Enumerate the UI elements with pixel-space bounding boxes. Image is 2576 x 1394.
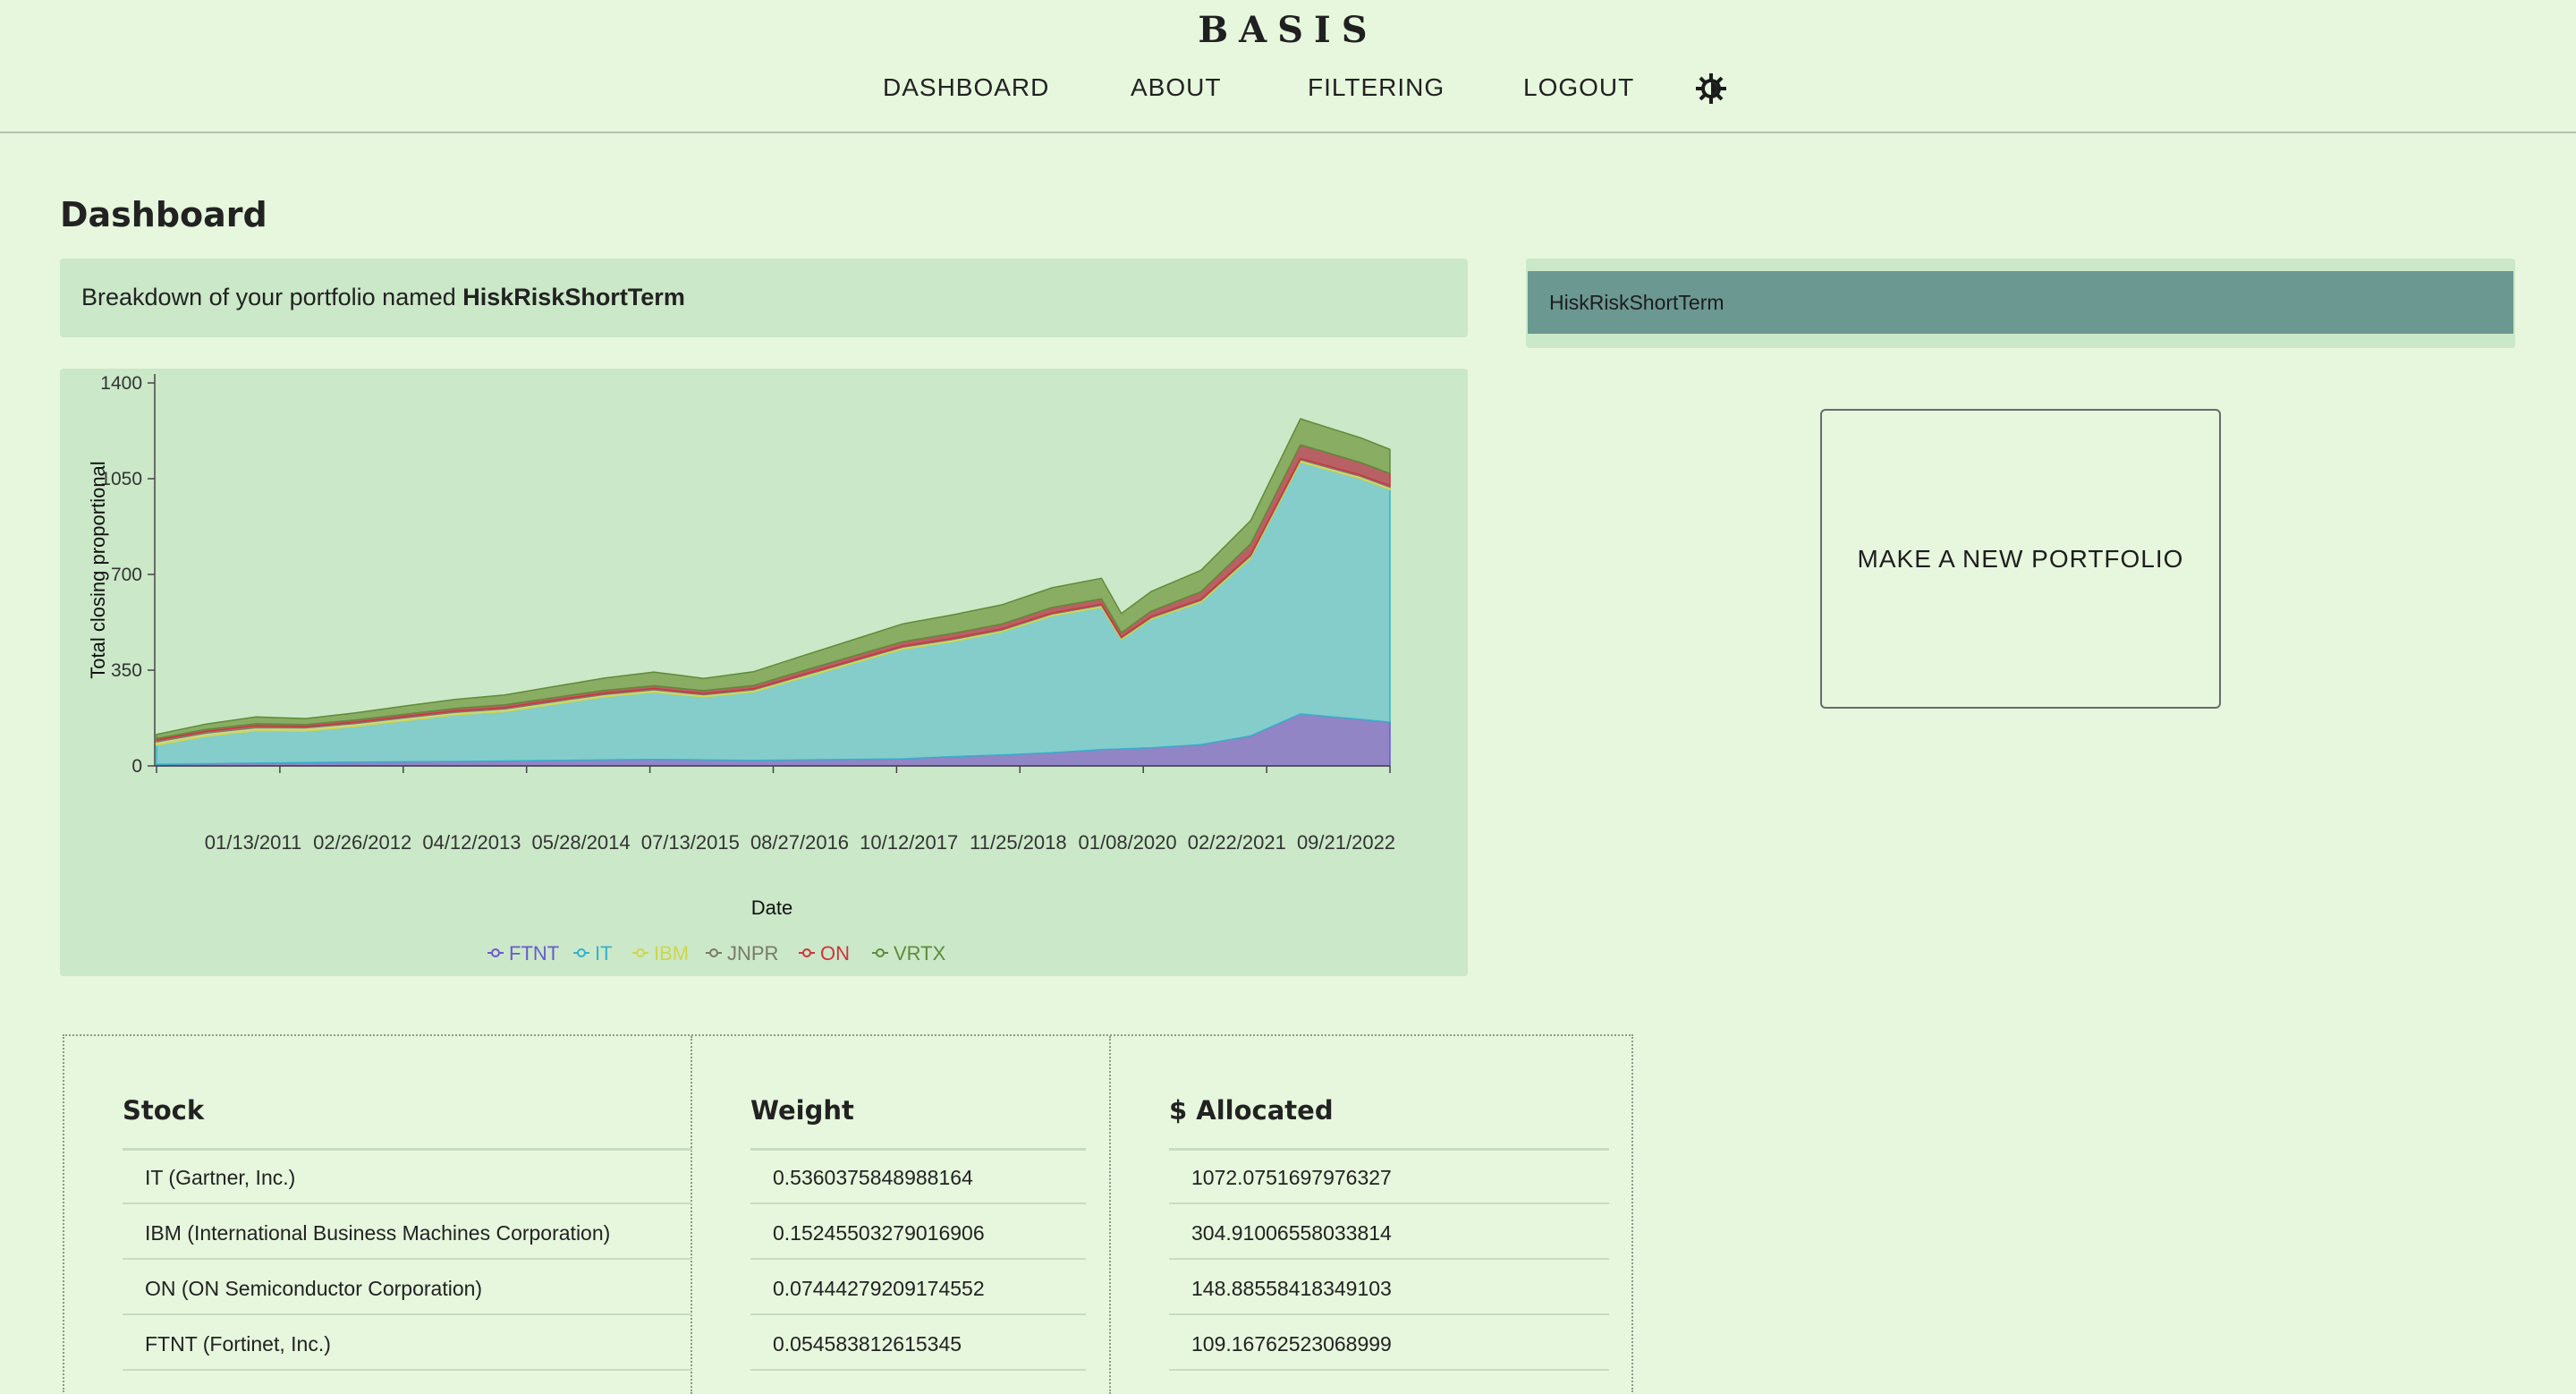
y-tick-label: 0 (131, 756, 142, 777)
legend-label: FTNT (509, 942, 559, 965)
breakdown-portfolio-name: HiskRiskShortTerm (462, 284, 685, 310)
y-tick-label: 1400 (100, 373, 142, 394)
app-header: BASIS DASHBOARD ABOUT FILTERING LOGOUT (0, 0, 2576, 133)
allocation-table: Stock IT (Gartner, Inc.) IBM (Internatio… (63, 1034, 1633, 1394)
x-tick-label: 11/25/2018 (970, 831, 1066, 854)
x-tick-label: 02/22/2021 (1188, 831, 1286, 854)
stock-cell: IBM (International Business Machines Cor… (123, 1206, 692, 1260)
x-tick-label: 07/13/2015 (641, 831, 740, 854)
x-tick-label: 01/13/2011 (205, 831, 301, 854)
portfolio-chart-card: 0 350 700 1050 1400 01/13/2011 02/26/2012 04/1… (60, 369, 1468, 976)
weight-cell: 0.5360375848988164 (750, 1151, 1086, 1204)
contrast-icon[interactable] (1696, 73, 1726, 104)
x-axis-label: Date (751, 897, 792, 919)
nav-logout[interactable]: LOGOUT (1523, 73, 1634, 102)
y-tick-label: 350 (111, 660, 142, 681)
x-tick-label: 01/08/2020 (1079, 831, 1177, 854)
portfolio-list-item[interactable]: HiskRiskShortTerm (1528, 271, 2513, 334)
legend-item-vrtx[interactable]: VRTX (872, 942, 946, 965)
legend-label: ON (820, 942, 850, 965)
legend-label: JNPR (727, 942, 778, 965)
legend-item-on[interactable]: ON (799, 942, 850, 965)
stock-column: Stock IT (Gartner, Inc.) IBM (Internatio… (64, 1036, 692, 1394)
nav-about[interactable]: ABOUT (1131, 73, 1221, 102)
main-nav: DASHBOARD ABOUT FILTERING LOGOUT (0, 73, 2576, 109)
breakdown-prefix: Breakdown of your portfolio named (81, 284, 463, 310)
weight-column: Weight 0.5360375848988164 0.152455032790… (692, 1036, 1111, 1394)
stock-cell: FTNT (Fortinet, Inc.) (123, 1317, 692, 1371)
legend-label: IT (595, 942, 613, 965)
allocated-cell: 304.91006558033814 (1169, 1206, 1609, 1260)
nav-filtering[interactable]: FILTERING (1308, 73, 1445, 102)
x-tick-label: 09/21/2022 (1297, 831, 1395, 854)
legend-item-jnpr[interactable]: JNPR (706, 942, 778, 965)
x-tick-label: 10/12/2017 (860, 831, 958, 854)
stock-column-header: Stock (123, 1095, 205, 1126)
make-new-portfolio-button[interactable]: MAKE A NEW PORTFOLIO (1820, 409, 2221, 709)
portfolio-breakdown-banner: Breakdown of your portfolio named HiskRi… (60, 259, 1468, 337)
weight-cell: 0.054583812615345 (750, 1317, 1086, 1371)
y-axis-label: Total closing proportional (87, 461, 109, 678)
weight-cell: 0.15245503279016906 (750, 1206, 1086, 1260)
x-tick-label: 04/12/2013 (422, 831, 521, 854)
portfolio-area-chart: 035070010501400 01/13/2011 02/26/2012 04/1… (87, 373, 1395, 965)
legend-item-ftnt[interactable]: FTNT (487, 942, 559, 965)
nav-dashboard[interactable]: DASHBOARD (883, 73, 1049, 102)
weight-column-header: Weight (750, 1095, 854, 1126)
allocated-column-header: $ Allocated (1169, 1095, 1334, 1126)
legend-item-ibm[interactable]: IBM (632, 942, 689, 965)
y-tick-label: 700 (111, 565, 142, 585)
allocated-column: $ Allocated 1072.0751697976327 304.91006… (1111, 1036, 1633, 1394)
stock-cell: ON (ON Semiconductor Corporation) (123, 1262, 692, 1315)
portfolio-list: HiskRiskShortTerm (1526, 259, 2515, 348)
allocated-cell: 148.88558418349103 (1169, 1262, 1609, 1315)
page-title: Dashboard (60, 195, 267, 234)
legend-label: IBM (654, 942, 689, 965)
x-tick-label: 08/27/2016 (750, 831, 849, 854)
legend-label: VRTX (894, 942, 946, 965)
x-tick-label: 02/26/2012 (313, 831, 411, 854)
weight-cell: 0.07444279209174552 (750, 1262, 1086, 1315)
x-tick-label: 05/28/2014 (532, 831, 631, 854)
legend-item-it[interactable]: IT (573, 942, 613, 965)
allocated-cell: 1072.0751697976327 (1169, 1151, 1609, 1204)
allocated-cell: 109.16762523068999 (1169, 1317, 1609, 1371)
stock-cell: IT (Gartner, Inc.) (123, 1151, 692, 1204)
brand-logo[interactable]: BASIS (0, 9, 2576, 51)
